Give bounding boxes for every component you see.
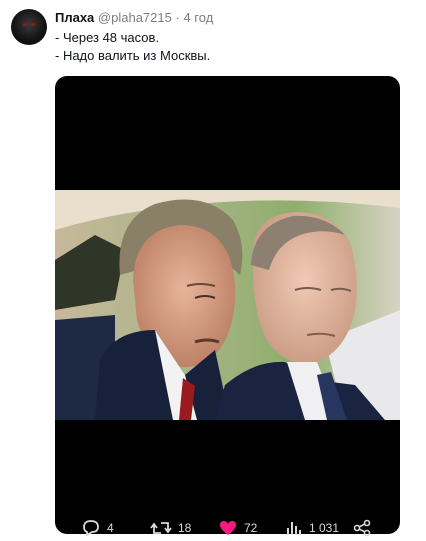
post-line-2: - Надо валить из Москвы. bbox=[55, 48, 211, 63]
avatar-eye-right bbox=[31, 23, 35, 26]
like-icon bbox=[218, 519, 238, 537]
post-time[interactable]: 4 год bbox=[183, 10, 213, 25]
post-media[interactable] bbox=[55, 76, 400, 534]
like-button[interactable]: 72 bbox=[218, 519, 257, 537]
views-count: 1 031 bbox=[309, 521, 340, 535]
post-photo[interactable] bbox=[55, 190, 400, 420]
post-line-1: - Через 48 часов. bbox=[55, 30, 160, 45]
author-avatar[interactable] bbox=[11, 9, 47, 45]
reply-icon bbox=[81, 519, 101, 537]
post-header: Плаха @plaha7215 · 4 год bbox=[55, 10, 213, 26]
avatar-eye-left bbox=[23, 23, 27, 26]
repost-count: 18 bbox=[178, 521, 192, 535]
post-text: - Через 48 часов. - Надо валить из Москв… bbox=[55, 29, 210, 65]
action-bar: 4 18 72 1 031 bbox=[55, 515, 400, 541]
like-count: 72 bbox=[244, 521, 258, 535]
author-name[interactable]: Плаха bbox=[55, 10, 94, 25]
repost-button[interactable]: 18 bbox=[150, 519, 191, 537]
share-icon bbox=[353, 519, 371, 537]
reply-button[interactable]: 4 bbox=[81, 519, 114, 537]
reply-count: 4 bbox=[107, 521, 114, 535]
repost-icon bbox=[150, 519, 172, 537]
views-icon bbox=[285, 519, 303, 537]
views-button[interactable]: 1 031 bbox=[285, 519, 339, 537]
header-separator: · bbox=[175, 10, 180, 25]
share-button[interactable] bbox=[353, 519, 371, 537]
author-handle[interactable]: @plaha7215 bbox=[98, 10, 172, 25]
